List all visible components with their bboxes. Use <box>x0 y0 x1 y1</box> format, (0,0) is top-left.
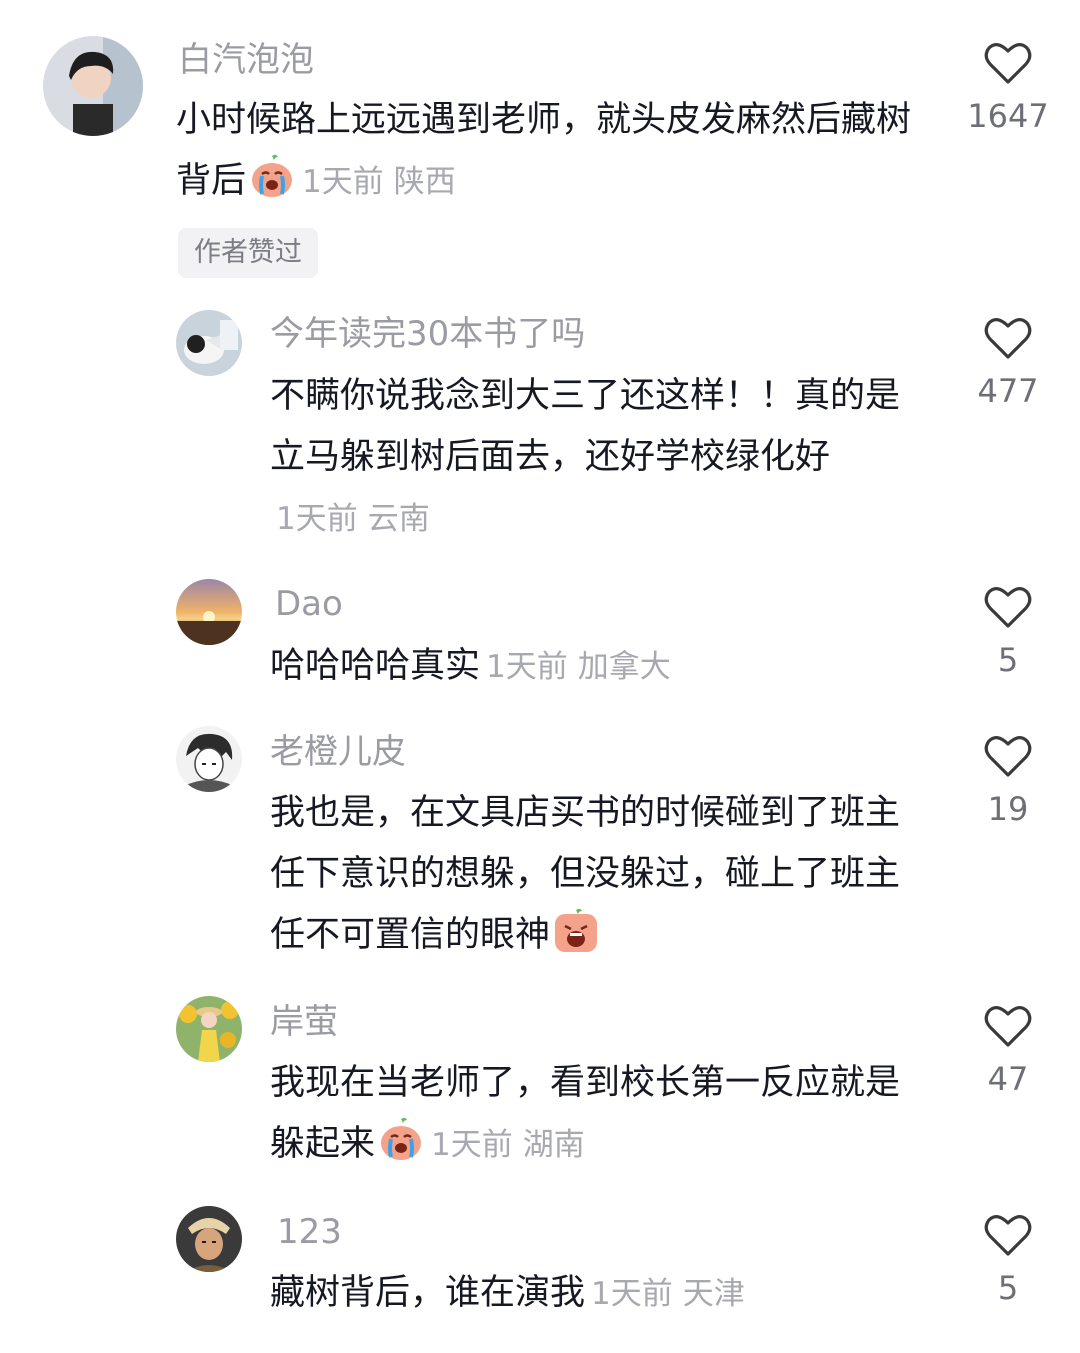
heart-icon <box>984 318 1032 359</box>
avatar[interactable] <box>176 996 242 1062</box>
avatar[interactable] <box>43 36 143 136</box>
avatar[interactable] <box>176 1206 242 1272</box>
username[interactable]: 老橙儿皮 <box>270 732 406 772</box>
comment-text: 不瞒你说我念到大三了还这样！！真的是立马躲到树后面去，还好学校绿化好 <box>270 376 901 477</box>
comment-meta: 1天前 加拿大 <box>486 649 671 685</box>
like-button[interactable]: 5 <box>953 584 1063 680</box>
comment-text: 哈哈哈哈真实 <box>270 646 481 686</box>
comment-time: 1天前 <box>276 501 358 537</box>
comment-location: 云南 <box>367 501 430 537</box>
comment-text-block: 我现在当老师了，看到校长第一反应就是躲起来 1天前 湖南 <box>270 1053 910 1176</box>
username[interactable]: 今年读完30本书了吗 <box>270 314 585 354</box>
like-button[interactable]: 1647 <box>953 40 1063 136</box>
username[interactable]: 白汽泡泡 <box>178 40 314 80</box>
like-button[interactable]: 5 <box>953 1212 1063 1308</box>
username[interactable]: Dao <box>275 584 343 624</box>
avatar[interactable] <box>176 579 242 645</box>
like-button[interactable]: 19 <box>953 733 1063 829</box>
comment-text: 藏树背后，谁在演我 <box>270 1273 586 1313</box>
heart-icon <box>984 1006 1032 1047</box>
avatar[interactable] <box>176 726 242 792</box>
like-button[interactable]: 47 <box>953 1003 1063 1099</box>
scream-emoji-icon <box>552 906 600 954</box>
crying-emoji-icon <box>377 1115 425 1163</box>
comment-text: 我现在当老师了，看到校长第一反应就是躲起来 <box>270 1063 901 1164</box>
username[interactable]: 岸萤 <box>270 1002 338 1042</box>
author-liked-tag: 作者赞过 <box>178 228 318 278</box>
comment-text-block: 小时候路上远远遇到老师，就头皮发麻然后藏树背后 1天前 陕西 <box>176 90 936 213</box>
comment-time: 1天前 <box>486 649 568 685</box>
like-count: 19 <box>987 790 1029 828</box>
comment-text-block: 哈哈哈哈真实 1天前 加拿大 <box>270 636 910 698</box>
like-count: 5 <box>997 1269 1019 1307</box>
comment-text-block: 不瞒你说我念到大三了还这样！！真的是立马躲到树后面去，还好学校绿化好 1天前 云南 <box>270 366 910 550</box>
heart-icon <box>984 587 1032 628</box>
like-button[interactable]: 477 <box>953 315 1063 411</box>
heart-icon <box>984 736 1032 777</box>
comment-text-block: 我也是，在文具店买书的时候碰到了班主任下意识的想躲，但没躲过，碰上了班主任不可置… <box>270 783 910 966</box>
like-count: 47 <box>987 1060 1029 1098</box>
comment-location: 陕西 <box>393 164 456 200</box>
like-count: 477 <box>977 372 1039 410</box>
comment-location: 天津 <box>682 1276 745 1312</box>
crying-emoji-icon <box>248 152 296 200</box>
like-count: 1647 <box>967 97 1049 135</box>
heart-icon <box>984 1215 1032 1256</box>
comment-meta: 1天前 陕西 <box>302 164 456 200</box>
comment-meta: 1天前 天津 <box>591 1276 745 1312</box>
comment-meta: 1天前 云南 <box>276 501 430 537</box>
like-count: 5 <box>997 641 1019 679</box>
heart-icon <box>984 43 1032 84</box>
comment-time: 1天前 <box>431 1127 513 1163</box>
comment-meta: 1天前 湖南 <box>431 1127 585 1163</box>
avatar[interactable] <box>176 310 242 376</box>
username[interactable]: 123 <box>277 1212 342 1252</box>
comment-time: 1天前 <box>591 1276 673 1312</box>
comment-text-block: 藏树背后，谁在演我 1天前 天津 <box>270 1263 910 1325</box>
comment-location: 加拿大 <box>577 649 671 685</box>
comment-time: 1天前 <box>302 164 384 200</box>
comment-location: 湖南 <box>522 1127 585 1163</box>
